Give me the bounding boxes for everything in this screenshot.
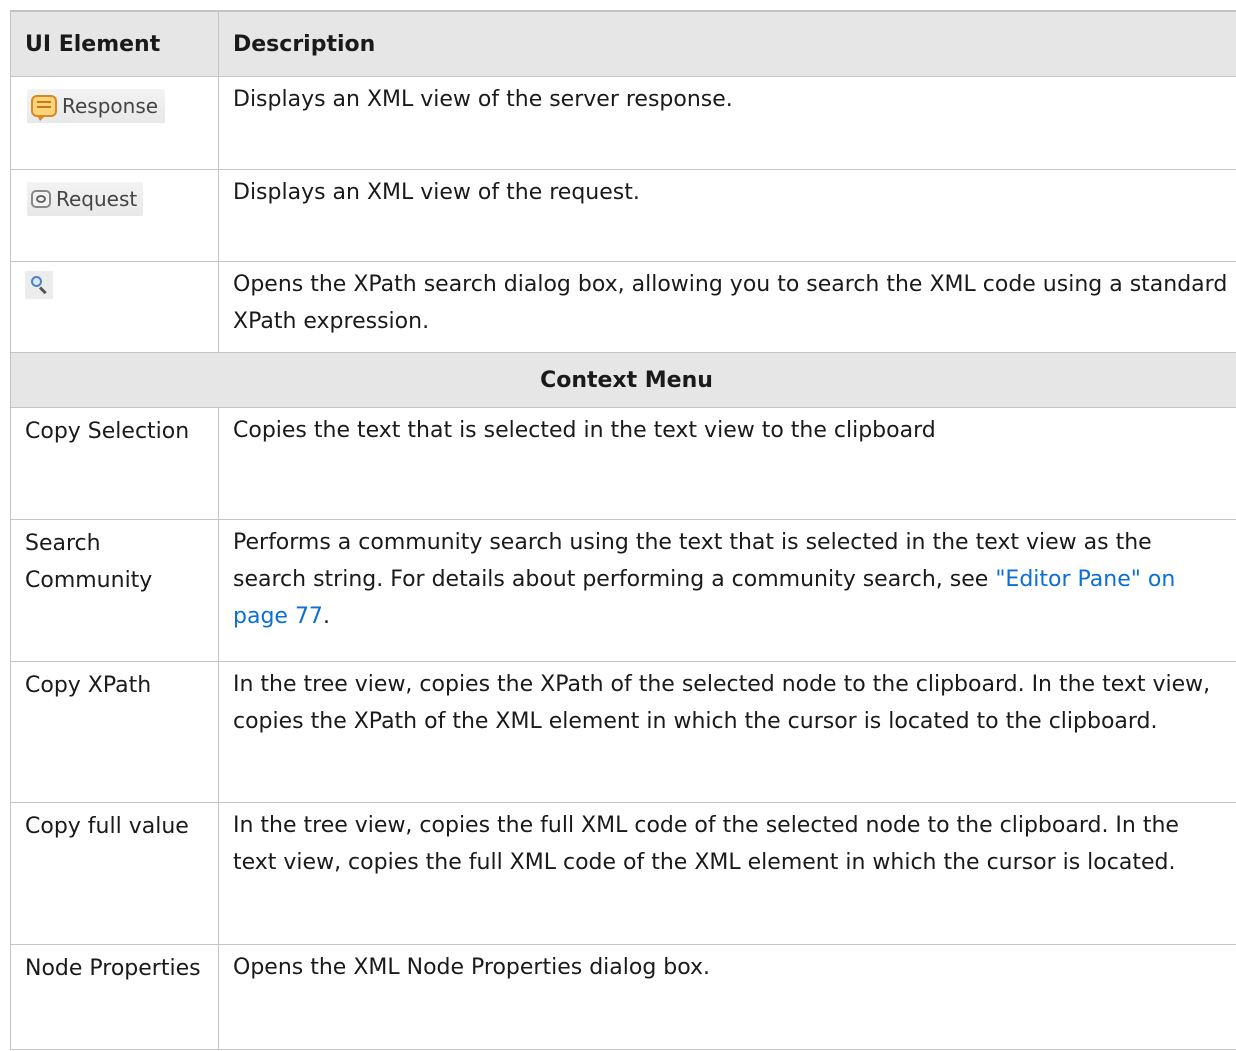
description-cell: Opens the XPath search dialog box, allow… bbox=[218, 261, 1236, 353]
description-cell: In the tree view, copies the full XML co… bbox=[218, 802, 1236, 945]
table-row: Node Properties Opens the XML Node Prope… bbox=[10, 944, 1236, 1050]
description-text: Displays an XML view of the server respo… bbox=[233, 87, 733, 112]
element-cell: Response bbox=[10, 76, 219, 170]
table-header-row: UI Element Description bbox=[10, 10, 1236, 77]
request-button-label: Request bbox=[56, 187, 138, 211]
table-row: Response Displays an XML view of the ser… bbox=[10, 76, 1236, 170]
description-cell: Opens the XML Node Properties dialog box… bbox=[218, 944, 1236, 1050]
description-text-end: . bbox=[322, 604, 330, 629]
description-cell: Copies the text that is selected in the … bbox=[218, 407, 1236, 520]
table-row: Copy full value In the tree view, copies… bbox=[10, 802, 1236, 945]
element-cell: Request bbox=[10, 169, 219, 262]
table-row: Search Community Performs a community se… bbox=[10, 519, 1236, 662]
menu-item-name: Copy XPath bbox=[25, 673, 152, 698]
element-cell: Search Community bbox=[10, 519, 219, 662]
response-button-label: Response bbox=[62, 94, 159, 118]
description-text: Opens the XML Node Properties dialog box… bbox=[233, 955, 711, 980]
header-ui-element: UI Element bbox=[10, 10, 219, 77]
response-speech-bubble-icon bbox=[31, 95, 57, 121]
element-cell: Node Properties bbox=[10, 944, 219, 1050]
menu-item-name: Copy Selection bbox=[25, 419, 190, 444]
request-speech-bubble-icon bbox=[31, 190, 51, 208]
table-row: Copy Selection Copies the text that is s… bbox=[10, 407, 1236, 520]
description-cell: Performs a community search using the te… bbox=[218, 519, 1236, 662]
description-text: Opens the XPath search dialog box, allow… bbox=[233, 272, 1228, 334]
description-cell: Displays an XML view of the request. bbox=[218, 169, 1236, 262]
search-icon-handle bbox=[38, 286, 47, 295]
element-cell: Copy Selection bbox=[10, 407, 219, 520]
xpath-search-button[interactable] bbox=[25, 271, 53, 299]
section-header-row: Context Menu bbox=[10, 352, 1236, 408]
description-cell: Displays an XML view of the server respo… bbox=[218, 76, 1236, 170]
description-cell: In the tree view, copies the XPath of th… bbox=[218, 661, 1236, 803]
table-row: Opens the XPath search dialog box, allow… bbox=[10, 261, 1236, 353]
request-button[interactable]: Request bbox=[27, 182, 144, 216]
table-row: Request Displays an XML view of the requ… bbox=[10, 169, 1236, 262]
section-title: Context Menu bbox=[10, 352, 1236, 408]
description-text: Displays an XML view of the request. bbox=[233, 180, 640, 205]
element-cell: Copy full value bbox=[10, 802, 219, 945]
menu-item-name: Search Community bbox=[25, 531, 153, 593]
element-cell bbox=[10, 261, 219, 353]
ui-elements-table: UI Element Description Response Displays… bbox=[10, 10, 1236, 1050]
header-description: Description bbox=[218, 10, 1236, 77]
description-text: In the tree view, copies the full XML co… bbox=[233, 813, 1179, 875]
response-button[interactable]: Response bbox=[27, 89, 166, 123]
description-text: Copies the text that is selected in the … bbox=[233, 418, 936, 443]
table-row: Copy XPath In the tree view, copies the … bbox=[10, 661, 1236, 803]
element-cell: Copy XPath bbox=[10, 661, 219, 803]
description-text: In the tree view, copies the XPath of th… bbox=[233, 672, 1211, 734]
menu-item-name: Node Properties bbox=[25, 956, 201, 981]
description-text: Performs a community search using the te… bbox=[233, 520, 1228, 635]
menu-item-name: Copy full value bbox=[25, 814, 189, 839]
